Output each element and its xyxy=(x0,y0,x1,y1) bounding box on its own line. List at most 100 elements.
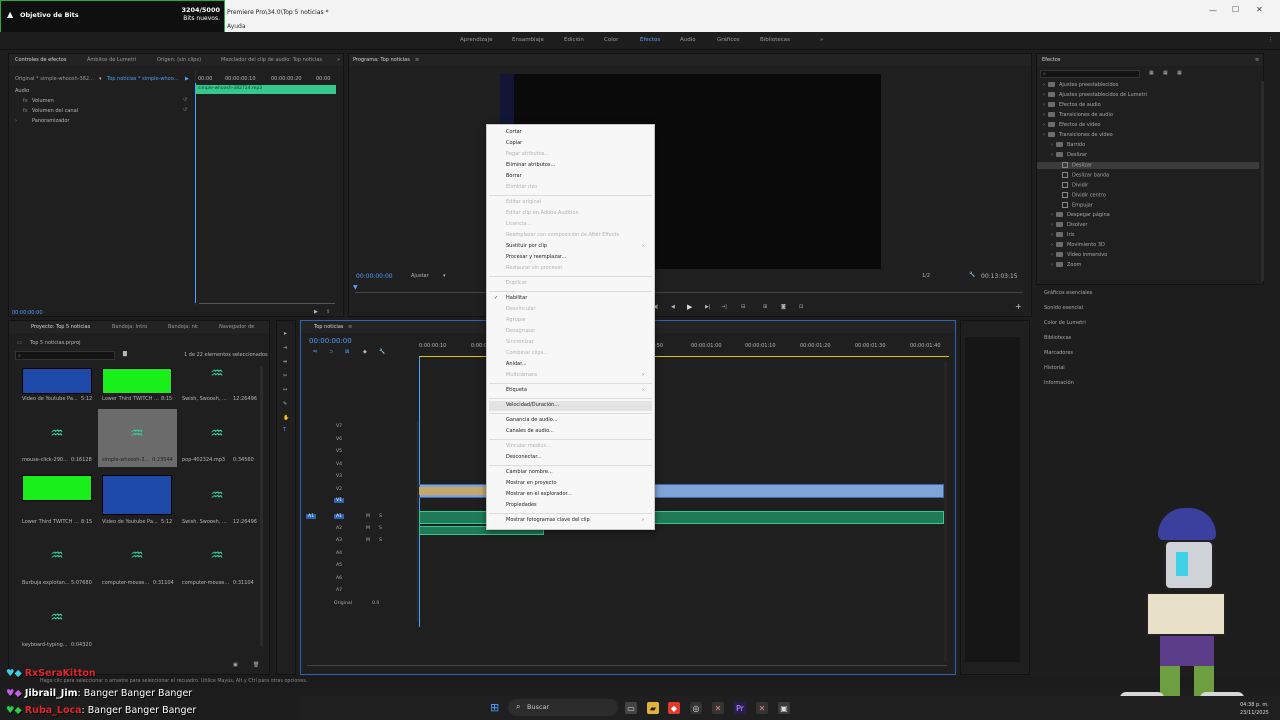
minimize-icon[interactable]: — xyxy=(1209,6,1217,15)
source-patch-label[interactable]: A1 xyxy=(306,514,317,519)
resolution-dropdown[interactable]: 1/2 xyxy=(922,273,930,279)
context-menu-item[interactable]: Propiedades xyxy=(489,501,652,511)
track-label[interactable]: A6 xyxy=(336,576,342,581)
more-tabs-icon[interactable]: » xyxy=(337,57,340,63)
expand-icon[interactable]: › xyxy=(1051,252,1053,258)
effects-tree-item[interactable]: › Ajustes preestablecidos xyxy=(1043,82,1118,88)
track-label[interactable]: V2 xyxy=(336,487,342,492)
workspace-tab-active[interactable]: Efectos xyxy=(640,37,660,43)
video-clip-thumb[interactable] xyxy=(419,487,489,495)
solo-button[interactable]: S xyxy=(379,514,382,519)
mute-button[interactable]: M xyxy=(366,514,370,519)
workspace-tab[interactable]: Aprendizaje xyxy=(460,37,492,43)
expand-icon[interactable]: › xyxy=(1051,152,1053,158)
track-label[interactable]: V4 xyxy=(336,462,342,467)
effects-scrollbar[interactable] xyxy=(1261,81,1264,281)
context-menu-item[interactable]: Cambiar nombre... xyxy=(489,468,652,478)
track-label[interactable]: A5 xyxy=(336,563,342,568)
context-menu-item[interactable]: Mostrar fotogramas clave del clip › xyxy=(489,516,652,526)
source-clip-label[interactable]: Original * simple-whoosh-382... xyxy=(15,76,94,82)
effects-panel-title[interactable]: Efectos xyxy=(1042,57,1060,63)
effects-tree-item[interactable]: › Transiciones de vídeo xyxy=(1043,132,1113,138)
timeline-scrollbar-h[interactable] xyxy=(307,665,947,666)
prop-panner[interactable]: Panoramizador xyxy=(32,118,69,124)
effects-tree-item[interactable]: Deslizar banda xyxy=(1059,172,1109,179)
context-menu-item[interactable]: Sustituir por clip › xyxy=(489,242,652,252)
sequence-clip-label[interactable]: Top noticias * simple-whoo... xyxy=(107,76,178,82)
tab-bin-nk[interactable]: Bandeja: nk xyxy=(168,324,198,330)
panel-section[interactable]: Historial xyxy=(1044,365,1065,371)
effects-tree-item[interactable]: › Efectos de vídeo xyxy=(1043,122,1100,128)
workspace-tab[interactable]: Edición xyxy=(564,37,584,43)
mute-button[interactable]: M xyxy=(366,526,370,531)
play-icon[interactable]: ▶ xyxy=(687,303,692,311)
context-menu-item[interactable]: Velocidad/Duración... xyxy=(489,401,652,411)
panel-section[interactable]: Marcadores xyxy=(1044,350,1073,356)
effects-tree-item[interactable]: Empujar xyxy=(1059,202,1093,209)
expand-icon[interactable]: › xyxy=(1043,122,1045,128)
context-menu-item[interactable]: Anidar... xyxy=(489,360,652,370)
expand-icon[interactable]: › xyxy=(1051,262,1053,268)
track-label[interactable]: V3 xyxy=(336,474,342,479)
track-label[interactable]: V7 xyxy=(336,424,342,429)
fx-icon[interactable]: fx xyxy=(23,98,28,104)
context-menu-item[interactable]: Ganancia de audio... xyxy=(489,416,652,426)
workspace-tab[interactable]: Bibliotecas xyxy=(760,37,790,43)
context-menu-item[interactable]: Habilitar ✓ xyxy=(489,294,652,304)
track-label[interactable]: A3 xyxy=(336,538,342,543)
task-view-icon[interactable]: ▭ xyxy=(625,702,637,714)
panel-menu-icon[interactable]: ≡ xyxy=(348,324,352,330)
effects-search-input[interactable]: ⌕ xyxy=(1040,70,1140,78)
timeline-timecode[interactable]: 00:00:00:00 xyxy=(309,337,352,345)
hand-icon[interactable]: ✋ xyxy=(283,415,289,421)
panel-section[interactable]: Sonido esencial xyxy=(1044,305,1083,311)
snap-icon[interactable]: ⇋ xyxy=(313,349,317,355)
fx-icon[interactable]: fx xyxy=(23,108,28,114)
expand-icon[interactable]: › xyxy=(1043,132,1045,138)
yuv-effects-icon[interactable]: ▦ xyxy=(1177,70,1182,76)
workspace-menu-icon[interactable]: ⋮ xyxy=(1268,37,1274,43)
effects-tree-item[interactable]: › Ajustes preestablecidos de Lumetri xyxy=(1043,92,1147,98)
context-menu-item[interactable]: Etiqueta › xyxy=(489,386,652,396)
tab-lumetri-scopes[interactable]: Ámbitos de Lumetri xyxy=(87,57,136,63)
project-scrollbar[interactable] xyxy=(260,366,263,646)
program-scrub-bar[interactable] xyxy=(355,292,1023,293)
effects-tree-item[interactable]: › Efectos de audio xyxy=(1043,102,1101,108)
wrench-icon[interactable]: 🔧 xyxy=(969,272,975,278)
workspace-tab[interactable]: Color xyxy=(604,37,618,43)
settings-icon[interactable]: ⊡ xyxy=(799,304,803,310)
camera-icon[interactable]: ◙ xyxy=(781,304,786,310)
wrench-icon[interactable]: 🔧 xyxy=(379,349,385,355)
audio-waveform-icon[interactable]: ♒ xyxy=(182,535,252,575)
effects-tree-item[interactable]: › Transiciones de audio xyxy=(1043,112,1113,118)
prop-volume[interactable]: Volumen xyxy=(32,98,54,104)
track-label[interactable]: V5 xyxy=(336,449,342,454)
forward-icon[interactable]: →| xyxy=(721,304,727,310)
context-menu-item[interactable]: Desconectar... xyxy=(489,453,652,463)
track-label-target[interactable]: A1 xyxy=(334,514,345,519)
context-menu-item[interactable]: Mostrar en el explorador... xyxy=(489,490,652,500)
context-menu-item[interactable]: Copiar xyxy=(489,139,652,149)
workspace-tab[interactable]: Gráficos xyxy=(717,37,740,43)
context-menu-item[interactable]: Borrar xyxy=(489,172,652,182)
tab-effect-controls[interactable]: Controles de efectos xyxy=(15,57,66,63)
linked-selection-icon[interactable]: ⊃ xyxy=(329,349,333,355)
audio-waveform-icon[interactable]: ♒ xyxy=(102,535,172,575)
prop-channel-volume[interactable]: Volumen del canal xyxy=(32,108,78,114)
track-label[interactable]: A7 xyxy=(336,588,342,593)
tab-navigator[interactable]: Navegador de xyxy=(219,324,254,330)
tab-program[interactable]: Programa: Top noticias xyxy=(353,57,410,63)
file-explorer-icon[interactable]: ▰ xyxy=(647,702,659,714)
effects-tree-item[interactable]: › Movimiento 3D xyxy=(1051,242,1105,248)
tab-sequence[interactable]: Top noticias xyxy=(314,324,343,330)
obs-icon[interactable]: ◎ xyxy=(690,702,702,714)
effects-tree-item[interactable]: › Deslizar xyxy=(1051,152,1087,158)
capcut-icon[interactable]: ✕ xyxy=(756,702,768,714)
timeline-scrollbar-v[interactable] xyxy=(944,361,947,661)
effects-tree-item[interactable]: › Disolver xyxy=(1051,222,1087,228)
program-timecode[interactable]: 00:00:00:00 xyxy=(356,273,393,280)
effects-tree-item[interactable]: Deslizar xyxy=(1037,162,1259,169)
panel-section[interactable]: Bibliotecas xyxy=(1044,335,1071,341)
chevron-down-icon[interactable]: ▾ xyxy=(443,273,446,279)
more-workspaces-icon[interactable]: » xyxy=(820,37,823,43)
